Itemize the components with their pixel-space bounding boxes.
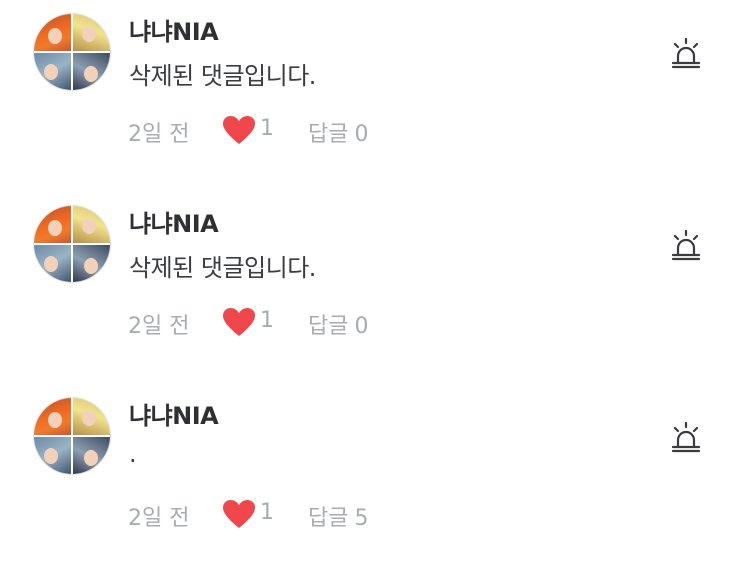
comment-username[interactable]: 냐냐NIA [129, 204, 219, 239]
reply-button[interactable]: 답글 0 [308, 116, 368, 148]
reply-count: 5 [354, 506, 369, 531]
heart-icon [223, 116, 255, 144]
reply-count: 0 [354, 122, 369, 147]
comment-text: 삭제된 댓글입니다. [129, 62, 316, 90]
siren-icon[interactable] [668, 228, 704, 264]
reply-button[interactable]: 답글 5 [308, 500, 368, 532]
siren-icon[interactable] [668, 36, 704, 72]
avatar[interactable] [33, 205, 111, 283]
heart-icon [223, 500, 255, 528]
comment-username[interactable]: 냐냐NIA [129, 12, 219, 47]
comment-time: 2일 전 [128, 314, 190, 339]
reply-label: 답글 [308, 314, 349, 339]
reply-label: 답글 [308, 506, 349, 531]
reply-label: 답글 [308, 122, 349, 147]
siren-icon[interactable] [668, 420, 704, 456]
comment-time: 2일 전 [128, 122, 190, 147]
comment-text: . [129, 440, 137, 468]
like-count: 1 [260, 116, 274, 141]
comment-item: 냐냐NIA 삭제된 댓글입니다. 2일 전 1 답글 0 [0, 192, 750, 342]
comment-username[interactable]: 냐냐NIA [129, 396, 219, 431]
comment-text: 삭제된 댓글입니다. [129, 254, 316, 282]
comment-item: 냐냐NIA . 2일 전 1 답글 5 [0, 384, 750, 534]
heart-icon [223, 308, 255, 336]
avatar[interactable] [33, 397, 111, 475]
comment-time: 2일 전 [128, 506, 190, 531]
comment-item: 냐냐NIA 삭제된 댓글입니다. 2일 전 1 답글 0 [0, 0, 750, 150]
like-count: 1 [260, 308, 274, 333]
comment-list: 냐냐NIA 삭제된 댓글입니다. 2일 전 1 답글 0 냐냐NIA 삭제된 댓… [0, 0, 750, 562]
reply-button[interactable]: 답글 0 [308, 308, 368, 340]
reply-count: 0 [354, 314, 369, 339]
avatar[interactable] [33, 13, 111, 91]
like-count: 1 [260, 500, 274, 525]
